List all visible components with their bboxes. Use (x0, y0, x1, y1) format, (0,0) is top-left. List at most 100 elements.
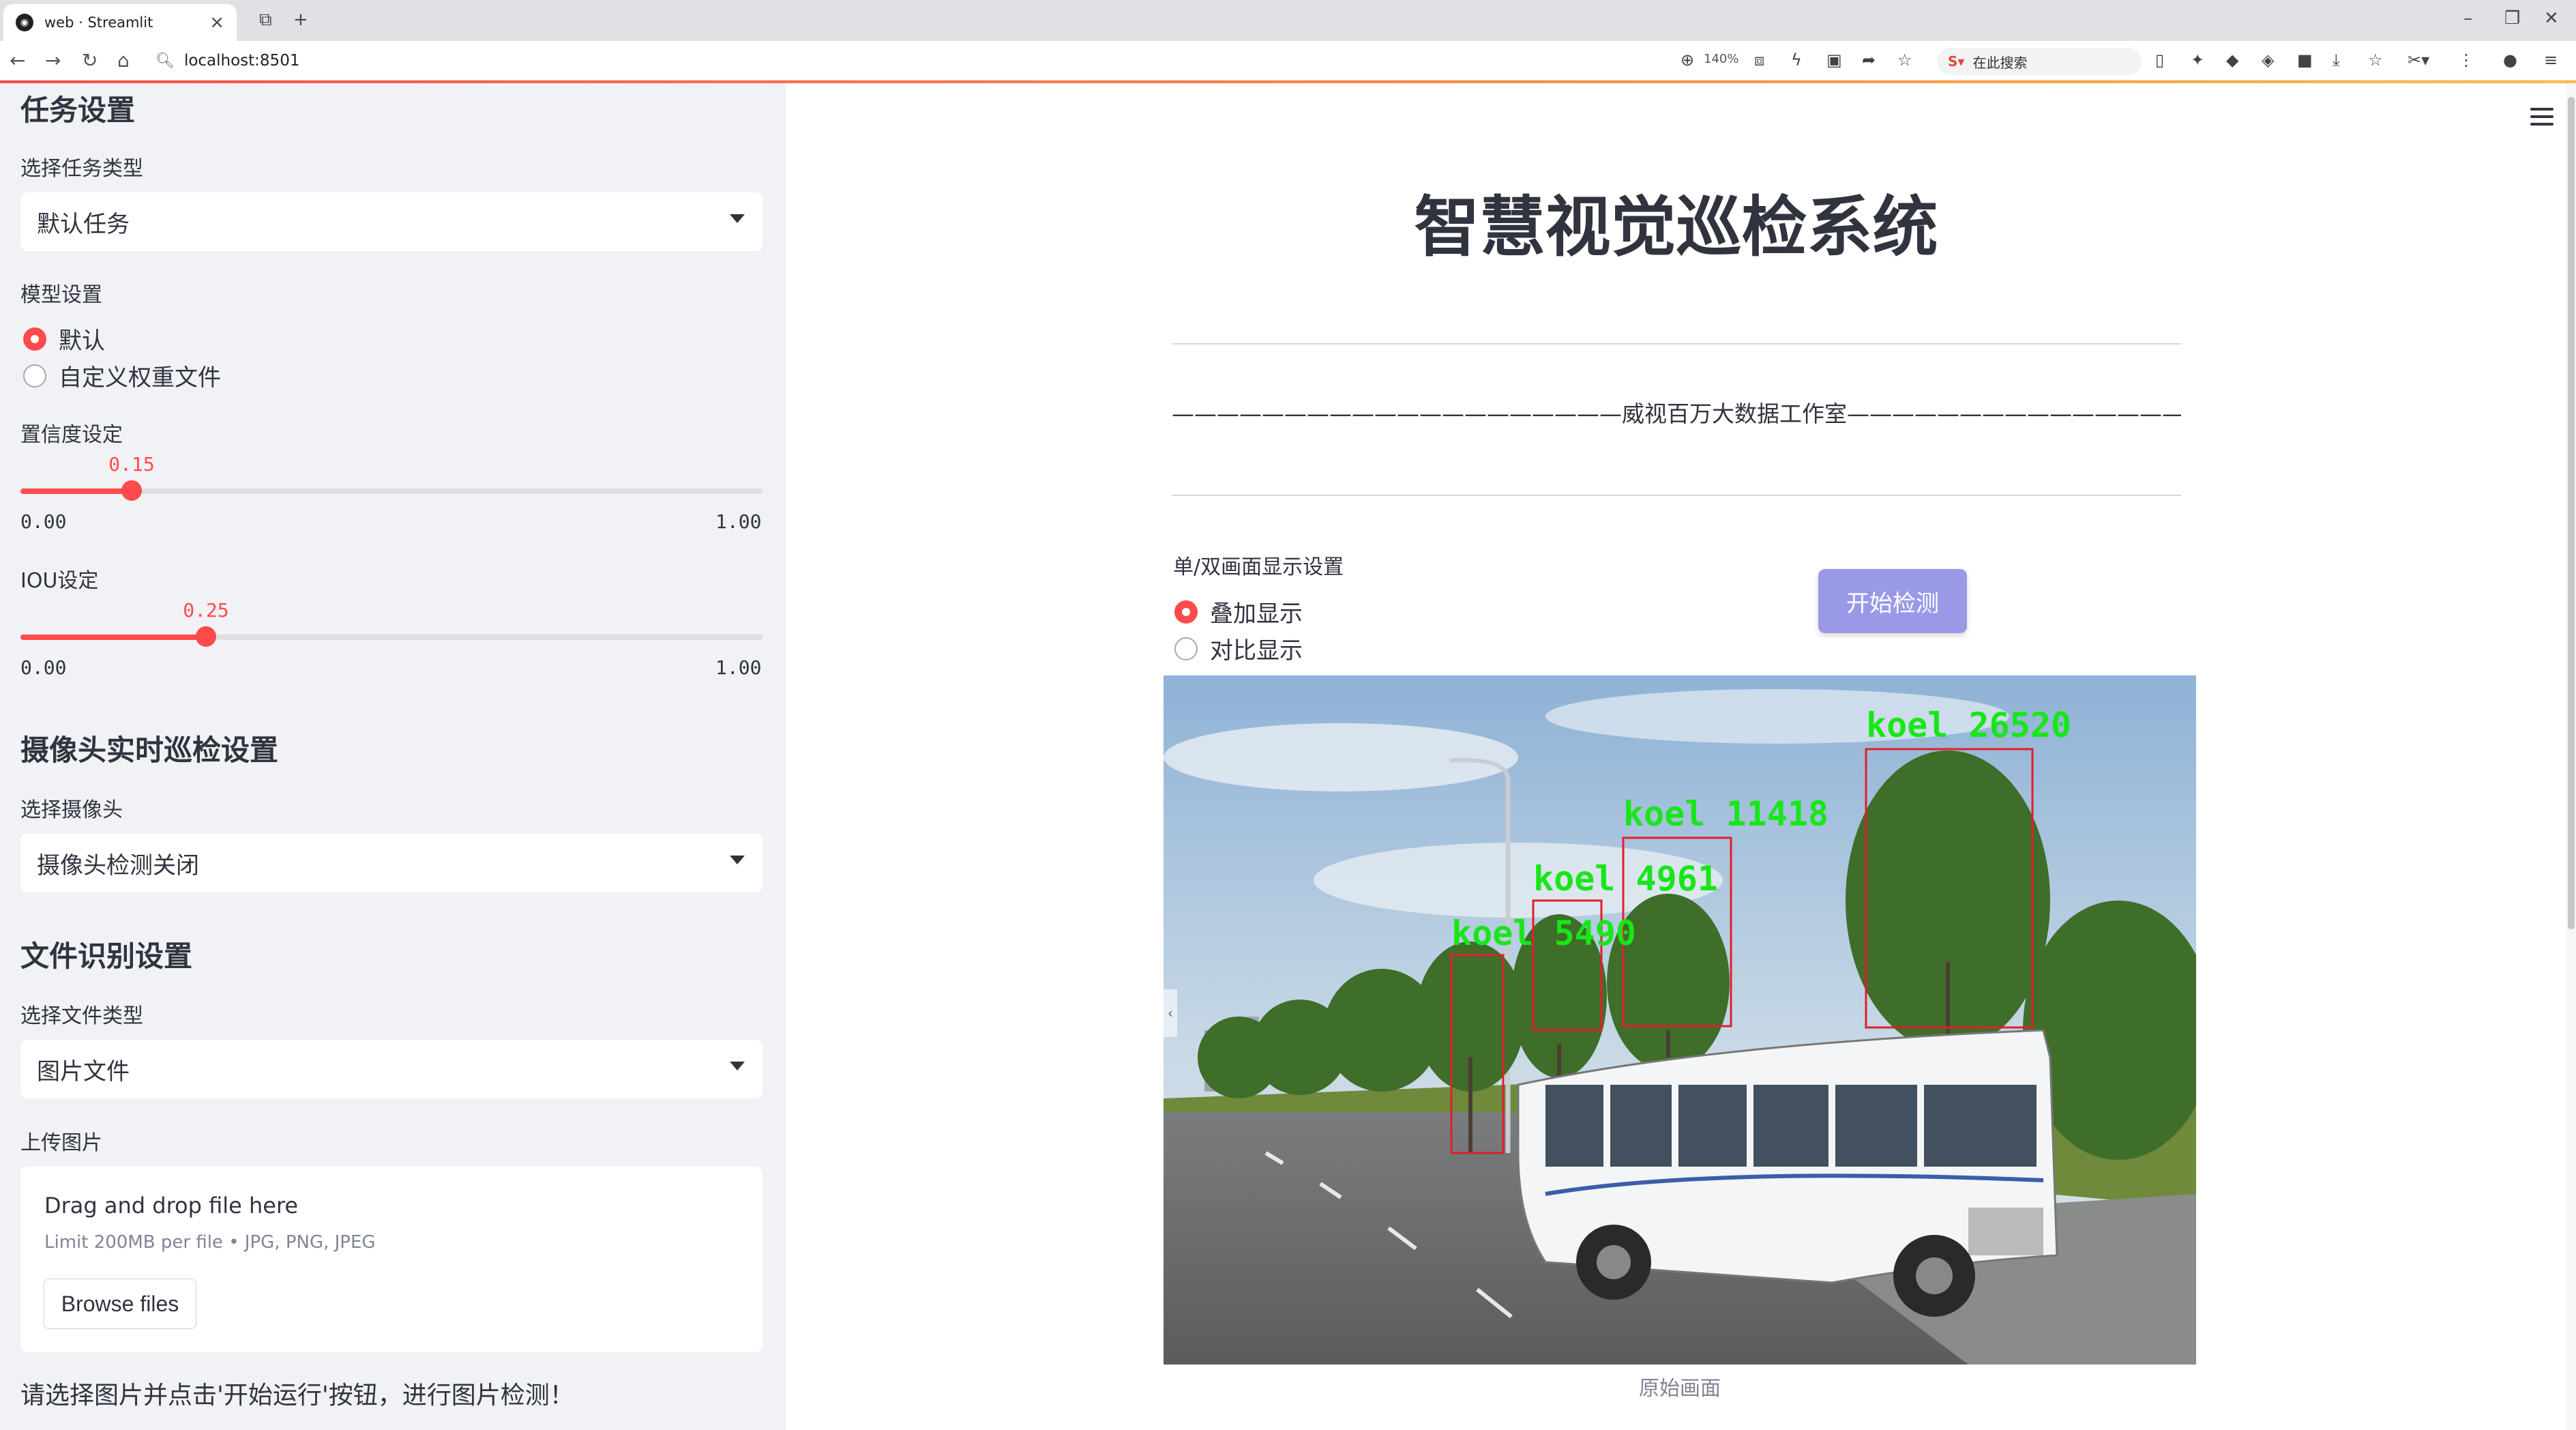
download-icon[interactable]: ⤓ (2333, 50, 2340, 70)
chevron-down-icon (730, 1062, 745, 1070)
tab-close-icon[interactable]: × (209, 12, 224, 33)
model-option-default[interactable]: 默认 (23, 322, 105, 355)
studio-line: ————————————————————威视百万大数据工作室——————————… (1172, 400, 2181, 427)
confidence-slider-fill (20, 488, 132, 494)
model-settings-label: 模型设置 (20, 283, 102, 307)
image-caption: 原始画面 (1639, 1377, 1721, 1401)
search-placeholder: 在此搜索 (1972, 54, 2028, 71)
forward-icon[interactable]: → (45, 49, 61, 72)
browser-tabbar: ◉ web · Streamlit × ⧉ + – ❐ ✕ (0, 0, 2576, 41)
file-type-label: 选择文件类型 (20, 1004, 143, 1028)
confidence-label: 置信度设定 (20, 423, 123, 447)
iou-slider-fill (20, 634, 206, 640)
zoom-icon[interactable]: ⊕ (1681, 50, 1694, 70)
new-tab-icon[interactable]: + (293, 10, 308, 30)
url-bar[interactable]: 🔍︎ localhost:8501 (156, 46, 1656, 75)
profile-avatar-icon[interactable]: ● (2503, 50, 2517, 70)
site-info-icon[interactable]: 🔍︎ (156, 53, 175, 70)
page-title: 智慧视觉巡检系统 (1414, 189, 1938, 265)
sidebar: 任务设置 选择任务类型 默认任务 模型设置 默认 自定义权重文件 置信度设定 0… (0, 83, 786, 1430)
radio-unselected-icon[interactable] (23, 364, 46, 388)
display-option-compare[interactable]: 对比显示 (1174, 632, 1303, 665)
main-menu-icon[interactable] (2530, 108, 2553, 130)
file-settings-heading: 文件识别设置 (20, 939, 193, 973)
camera-settings-heading: 摄像头实时巡检设置 (20, 733, 279, 767)
chevron-down-icon (730, 214, 745, 223)
iou-min: 0.00 (20, 656, 67, 679)
camera-select-value: 摄像头检测关闭 (37, 851, 199, 879)
file-type-select[interactable]: 图片文件 (20, 1040, 763, 1098)
divider (1172, 495, 2181, 496)
iou-slider[interactable] (20, 626, 763, 647)
confidence-slider-thumb[interactable] (121, 480, 142, 501)
search-engine-icon[interactable]: S▾ (1948, 53, 1964, 70)
file-type-value: 图片文件 (37, 1057, 130, 1085)
radio-selected-icon[interactable] (1174, 600, 1198, 624)
zoom-level: 140% (1704, 52, 1739, 66)
lightning-icon[interactable]: ϟ (1791, 50, 1802, 70)
chevron-down-icon (730, 856, 745, 864)
task-settings-heading: 任务设置 (20, 93, 136, 127)
tab-groups-icon[interactable]: ⧉ (259, 10, 272, 31)
share-icon[interactable]: ➦ (1862, 50, 1876, 70)
extension-3-icon[interactable]: ◈ (2262, 50, 2274, 70)
extension-2-icon[interactable]: ◆ (2226, 50, 2238, 70)
detection-label-1: koel 26520 (1866, 705, 2071, 745)
confidence-slider[interactable] (20, 480, 763, 501)
close-window-icon[interactable]: ✕ (2544, 8, 2559, 29)
home-icon[interactable]: ⌂ (117, 49, 130, 72)
sidebar-hint-text: 请选择图片并点击'开始运行'按钮，进行图片检测！ (20, 1382, 574, 1410)
browser-tab[interactable]: ◉ web · Streamlit × (3, 4, 237, 41)
confidence-min: 0.00 (20, 510, 67, 533)
display-option-overlay[interactable]: 叠加显示 (1174, 595, 1303, 628)
detection-image: koel 26520 koel 11418 koel 4961 koel 549… (1164, 675, 2196, 1365)
restore-icon[interactable]: ❐ (2504, 8, 2520, 29)
more-icon[interactable]: ⋮ (2458, 50, 2474, 70)
radio-selected-icon[interactable] (23, 327, 46, 351)
display-option-label: 叠加显示 (1210, 600, 1303, 628)
radio-unselected-icon[interactable] (1174, 637, 1198, 660)
model-option-custom[interactable]: 自定义权重文件 (23, 359, 221, 392)
task-type-value: 默认任务 (37, 210, 130, 238)
upload-label: 上传图片 (20, 1131, 102, 1155)
iou-max: 1.00 (715, 656, 762, 679)
page-scrollbar[interactable] (2566, 83, 2576, 1430)
confidence-max: 1.00 (715, 510, 762, 533)
model-option-label: 自定义权重文件 (59, 364, 221, 392)
extension-icon[interactable]: ✦ (2191, 50, 2204, 70)
iou-label: IOU设定 (20, 569, 99, 593)
iou-value: 0.25 (183, 599, 229, 622)
detection-label-2: koel 11418 (1623, 794, 1829, 834)
menu-icon[interactable]: ≡ (2544, 50, 2558, 70)
tab-title: web · Streamlit (44, 14, 153, 31)
task-type-label: 选择任务类型 (20, 157, 143, 181)
iou-slider-thumb[interactable] (196, 626, 216, 647)
bookmarks-icon[interactable]: ☆ (2368, 50, 2383, 70)
detection-label-4: koel 5490 (1451, 914, 1636, 953)
image-collapse-handle[interactable]: ‹ (1164, 989, 1177, 1037)
back-icon[interactable]: ← (10, 49, 25, 72)
extension-4-icon[interactable]: ■ (2297, 50, 2313, 70)
scrollbar-thumb[interactable] (2568, 97, 2575, 929)
browse-files-button[interactable]: Browse files (44, 1279, 196, 1329)
task-type-select[interactable]: 默认任务 (20, 192, 763, 251)
divider (1172, 343, 2181, 345)
search-box[interactable]: S▾ 在此搜索 (1937, 48, 2142, 75)
camera-select[interactable]: 摄像头检测关闭 (20, 834, 763, 892)
display-mode-label: 单/双画面显示设置 (1173, 555, 1344, 579)
cut-icon[interactable]: ✂▾ (2408, 50, 2429, 70)
upload-limit-text: Limit 200MB per file • JPG, PNG, JPEG (44, 1232, 376, 1253)
phone-icon[interactable]: ▯ (2155, 50, 2164, 70)
url-text: localhost:8501 (183, 52, 300, 70)
streamlit-favicon-icon: ◉ (16, 14, 33, 31)
file-uploader-dropzone[interactable]: Drag and drop file here Limit 200MB per … (20, 1167, 763, 1352)
start-detection-button[interactable]: 开始检测 (1818, 569, 1967, 633)
reload-icon[interactable]: ↻ (82, 49, 98, 72)
confidence-value: 0.15 (108, 453, 155, 476)
address-toolbar: ← → ↻ ⌂ 🔍︎ localhost:8501 ⊕ 140% ⧈ ϟ ▣ ➦… (0, 41, 2576, 81)
display-option-label: 对比显示 (1210, 637, 1303, 665)
favorite-icon[interactable]: ☆ (1897, 50, 1912, 70)
translate-icon[interactable]: ⧈ (1754, 50, 1764, 70)
minimize-icon[interactable]: – (2463, 8, 2472, 29)
screenshot-icon[interactable]: ▣ (1826, 50, 1842, 70)
